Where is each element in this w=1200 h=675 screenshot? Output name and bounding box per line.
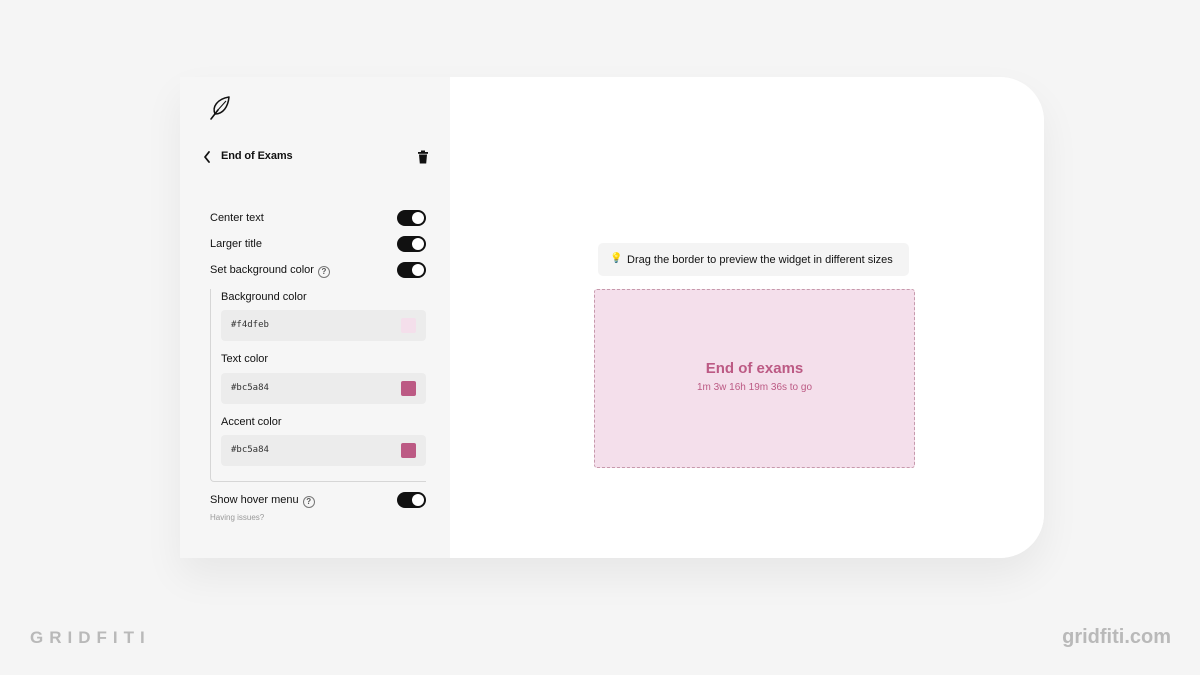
- show-hover-menu-label: Show hover menu: [210, 494, 299, 506]
- widget-preview-countdown: 1m 3w 16h 19m 36s to go: [696, 382, 813, 393]
- background-color-swatch[interactable]: [401, 318, 416, 333]
- set-background-toggle[interactable]: [397, 262, 426, 278]
- larger-title-toggle[interactable]: [397, 236, 426, 252]
- text-color-value: #bc5a84: [231, 383, 269, 393]
- background-color-value: #f4dfeb: [231, 320, 269, 330]
- text-color-label: Text color: [221, 353, 269, 365]
- accent-color-swatch[interactable]: [401, 443, 416, 458]
- help-icon[interactable]: ?: [302, 496, 315, 508]
- settings-sidebar: End of Exams Center text Larger title Se…: [180, 77, 450, 558]
- gridfiti-url: gridfiti.com: [1062, 626, 1171, 648]
- background-color-input[interactable]: #f4dfeb: [221, 310, 426, 341]
- lightbulb-icon: 💡: [610, 253, 623, 264]
- resize-tip: 💡 Drag the border to preview the widget …: [598, 243, 909, 276]
- accent-color-label: Accent color: [221, 416, 282, 428]
- larger-title-row: Larger title: [210, 235, 426, 255]
- center-text-toggle[interactable]: [397, 210, 426, 226]
- center-text-label: Center text: [210, 212, 264, 224]
- accent-color-value: #bc5a84: [231, 445, 269, 455]
- accent-color-input[interactable]: #bc5a84: [221, 435, 426, 466]
- text-color-swatch[interactable]: [401, 381, 416, 396]
- larger-title-label: Larger title: [210, 238, 262, 250]
- center-text-row: Center text: [210, 209, 426, 229]
- help-icon[interactable]: ?: [317, 266, 330, 278]
- show-hover-menu-row: Show hover menu?: [210, 491, 426, 511]
- background-color-label: Background color: [221, 291, 307, 303]
- settings-card: End of Exams Center text Larger title Se…: [180, 77, 1044, 558]
- trash-icon[interactable]: [417, 150, 429, 164]
- widget-preview-title: End of exams: [705, 360, 804, 377]
- set-background-label: Set background color: [210, 264, 314, 276]
- gridfiti-wordmark: GRIDFITI: [30, 628, 151, 647]
- widget-preview-area: 💡 Drag the border to preview the widget …: [450, 77, 1044, 558]
- show-hover-menu-toggle[interactable]: [397, 492, 426, 508]
- color-settings-group: Background color #f4dfeb Text color #bc5…: [210, 289, 426, 482]
- countdown-widget-preview[interactable]: End of exams 1m 3w 16h 19m 36s to go: [594, 289, 915, 468]
- set-background-row: Set background color?: [210, 261, 426, 281]
- back-chevron-icon[interactable]: [202, 150, 212, 164]
- feather-logo-icon: [210, 96, 230, 120]
- show-hover-menu-label-wrap: Show hover menu?: [210, 494, 315, 508]
- widget-title: End of Exams: [221, 150, 293, 162]
- having-issues-link[interactable]: Having issues?: [210, 513, 264, 522]
- resize-tip-text: Drag the border to preview the widget in…: [627, 254, 893, 266]
- text-color-input[interactable]: #bc5a84: [221, 373, 426, 404]
- set-background-label-wrap: Set background color?: [210, 264, 330, 278]
